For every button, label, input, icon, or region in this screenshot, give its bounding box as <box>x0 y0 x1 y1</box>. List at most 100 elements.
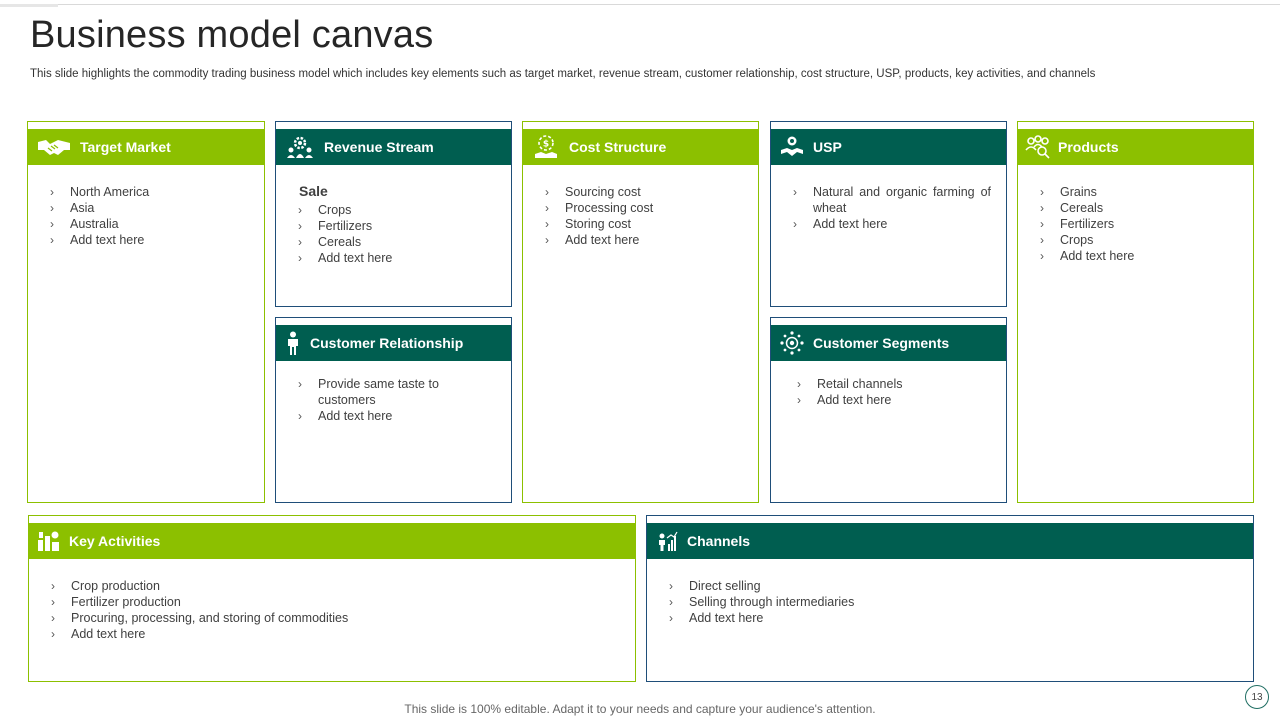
list-item: › Sourcing cost <box>545 185 641 199</box>
chevron-right-icon: › <box>50 201 54 215</box>
card-header: Customer Segments <box>771 325 1006 361</box>
list-item: › Crops <box>298 203 352 217</box>
card-channels: Channels › Direct selling › Selling throug… <box>646 515 1254 682</box>
chevron-right-icon: › <box>545 217 549 231</box>
card-title: Cost Structure <box>569 139 667 155</box>
chevron-right-icon: › <box>1040 249 1044 263</box>
list-item: › Procuring, processing, and storing of c… <box>51 611 349 625</box>
card-header: USP <box>771 129 1006 165</box>
card-list: › Crop production › Fertilizer production … <box>51 578 611 642</box>
top-tab <box>0 4 58 7</box>
chevron-right-icon: › <box>793 185 797 199</box>
gear-group-icon <box>276 129 324 165</box>
list-item: › North America <box>50 185 150 199</box>
list-item: › Grains <box>1040 185 1097 199</box>
card-title: USP <box>813 139 842 155</box>
top-rule <box>0 4 1280 5</box>
chevron-right-icon: › <box>1040 201 1044 215</box>
list-item: › Add text here <box>50 233 145 247</box>
chevron-right-icon: › <box>1040 233 1044 247</box>
svg-text:$: $ <box>543 140 549 150</box>
list-item: › Storing cost <box>545 217 632 231</box>
card-header: $ Cost Structure <box>523 129 758 165</box>
chevron-right-icon: › <box>51 579 55 593</box>
list-item: › Add text here <box>669 611 764 625</box>
list-item: › Fertilizer production <box>51 595 181 609</box>
card-title: Products <box>1058 139 1119 155</box>
list-item: › Retail channels <box>797 377 903 391</box>
chevron-right-icon: › <box>51 595 55 609</box>
card-list: › Crops › Fertilizers › Cereals › Add text h… <box>298 202 498 266</box>
chevron-right-icon: › <box>669 595 673 609</box>
card-title: Customer Relationship <box>310 335 464 351</box>
list-item: › Fertilizers <box>1040 217 1115 231</box>
people-search-icon <box>1018 129 1058 165</box>
chevron-right-icon: › <box>669 579 673 593</box>
card-header: Channels <box>647 523 1253 559</box>
card-title: Channels <box>687 533 751 549</box>
list-item: › Add text here <box>298 251 393 265</box>
card-header: Revenue Stream <box>276 129 511 165</box>
chevron-right-icon: › <box>51 611 55 625</box>
target-group-icon <box>771 325 813 361</box>
card-list: › Grains › Cereals › Fertilizers › Crops › Ad… <box>1040 184 1240 264</box>
card-header: Customer Relationship <box>276 325 511 361</box>
list-item: › Add text here <box>51 627 146 641</box>
page-subtitle: This slide highlights the commodity trad… <box>30 68 1096 80</box>
card-list: › Direct selling › Selling through interme… <box>669 578 1229 626</box>
person-icon <box>276 325 310 361</box>
chevron-right-icon: › <box>1040 185 1044 199</box>
chevron-right-icon: › <box>298 203 302 217</box>
list-item: › Natural and organic farming of wheat <box>793 185 991 215</box>
card-list: › Sourcing cost › Processing cost › Storing… <box>545 184 745 248</box>
card-target-market: Target Market › North America › Asia › Aust… <box>27 121 265 503</box>
card-title: Key Activities <box>69 533 161 549</box>
card-header: Key Activities <box>29 523 635 559</box>
list-item: › Direct selling <box>669 579 761 593</box>
chevron-right-icon: › <box>545 233 549 247</box>
card-usp: USP › Natural and organic farming of whea… <box>770 121 1007 307</box>
card-list: › Provide same taste to customers › Add te… <box>298 376 448 424</box>
list-item: › Cereals <box>1040 201 1104 215</box>
list-item: › Add text here <box>1040 249 1135 263</box>
card-key-activities: Key Activities › Crop production › Fertili… <box>28 515 636 682</box>
card-title: Customer Segments <box>813 335 950 351</box>
footer-note: This slide is 100% editable. Adapt it to… <box>404 702 876 716</box>
money-hand-icon: $ <box>523 129 569 165</box>
chevron-right-icon: › <box>545 201 549 215</box>
card-title: Revenue Stream <box>324 139 434 155</box>
chevron-right-icon: › <box>50 233 54 247</box>
card-revenue-stream: Revenue Stream Sale › Crops › Fertilizers … <box>275 121 512 307</box>
card-header: Products <box>1018 129 1253 165</box>
chevron-right-icon: › <box>793 217 797 231</box>
list-item: › Add text here <box>793 217 888 231</box>
list-item: › Selling through intermediaries <box>669 595 855 609</box>
card-list: › Natural and organic farming of wheat › A… <box>793 184 991 232</box>
card-customer-relationship: Customer Relationship › Provide same tast… <box>275 317 512 503</box>
page-number: 13 <box>1245 685 1269 709</box>
chevron-right-icon: › <box>298 219 302 233</box>
chevron-right-icon: › <box>50 185 54 199</box>
presenter-chart-icon <box>647 523 687 559</box>
chevron-right-icon: › <box>797 393 801 407</box>
process-icon <box>29 523 69 559</box>
chevron-right-icon: › <box>1040 217 1044 231</box>
card-products: Products › Grains › Cereals › Fertilizers ›… <box>1017 121 1254 503</box>
list-item: › Fertilizers <box>298 219 373 233</box>
list-item: › Australia <box>50 217 119 231</box>
sale-heading: Sale <box>299 183 328 199</box>
chevron-right-icon: › <box>298 235 302 249</box>
card-cost-structure: $ Cost Structure › Sourcing cost › Process… <box>522 121 759 503</box>
list-item: › Add text here <box>797 393 892 407</box>
hand-award-icon <box>771 129 813 165</box>
list-item: › Crops <box>1040 233 1094 247</box>
chevron-right-icon: › <box>50 217 54 231</box>
card-list: › North America › Asia › Australia › Add tex… <box>50 184 250 248</box>
list-item: › Processing cost <box>545 201 654 215</box>
chevron-right-icon: › <box>669 611 673 625</box>
chevron-right-icon: › <box>545 185 549 199</box>
card-title: Target Market <box>80 139 171 155</box>
list-item: › Asia <box>50 201 95 215</box>
chevron-right-icon: › <box>797 377 801 391</box>
card-customer-segments: Customer Segments › Retail channels › Add … <box>770 317 1007 503</box>
